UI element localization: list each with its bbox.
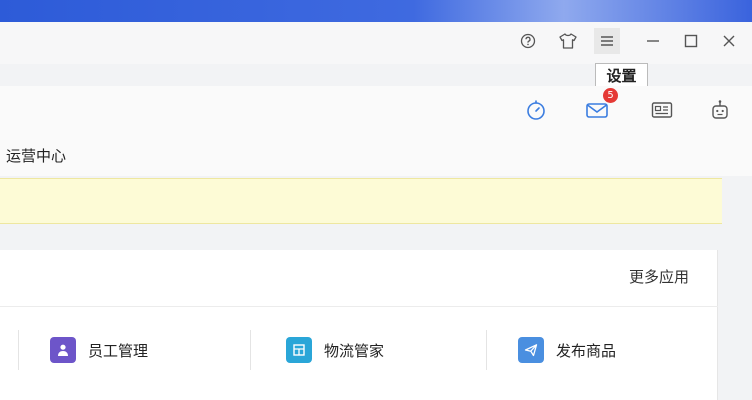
minimize-icon[interactable]: [640, 28, 666, 54]
apps-panel: 更多应用 员工管理 物流管家 发布商品: [0, 250, 718, 400]
publish-icon: [518, 337, 544, 363]
app-logistics[interactable]: 物流管家: [286, 334, 384, 366]
employee-icon: [50, 337, 76, 363]
app-separator: [250, 330, 251, 370]
close-icon[interactable]: [716, 28, 742, 54]
id-card-icon[interactable]: [645, 93, 679, 127]
app-separator: [486, 330, 487, 370]
app-publish-product[interactable]: 发布商品: [518, 334, 616, 366]
timer-icon[interactable]: [519, 93, 553, 127]
app-employee-management[interactable]: 员工管理: [50, 334, 148, 366]
shirt-icon[interactable]: [555, 28, 581, 54]
mail-badge: 5: [603, 88, 618, 103]
notice-bar: [0, 178, 722, 224]
settings-tooltip: 设置: [595, 63, 648, 87]
more-apps-link[interactable]: 更多应用: [629, 266, 689, 287]
title-bar: [0, 0, 752, 22]
panel-divider: [0, 306, 718, 307]
app-label: 物流管家: [324, 341, 385, 360]
toolbar: [0, 86, 752, 136]
help-icon[interactable]: [515, 28, 541, 54]
menu-icon[interactable]: [594, 28, 620, 54]
robot-icon[interactable]: [703, 93, 737, 127]
breadcrumb: 运营中心: [0, 136, 752, 176]
app-label: 发布商品: [556, 341, 617, 360]
maximize-icon[interactable]: [678, 28, 704, 54]
logistics-icon: [286, 337, 312, 363]
app-label: 员工管理: [88, 341, 149, 360]
app-separator: [18, 330, 19, 370]
